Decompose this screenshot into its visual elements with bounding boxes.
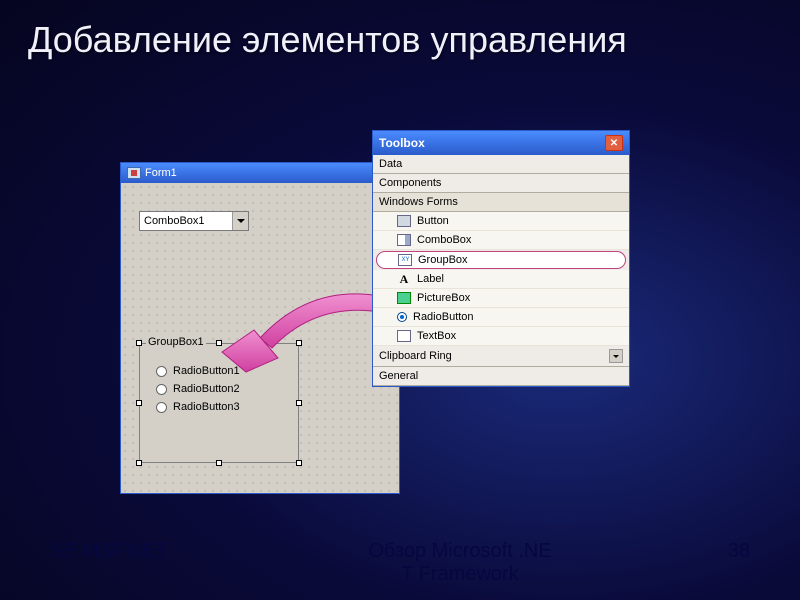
item-label: GroupBox [418,254,468,266]
label-icon: A [397,273,411,285]
footer-mid-line1: Обзор Microsoft .NE [368,540,551,562]
toolbox-section-data[interactable]: Data [373,155,629,174]
combobox-icon [397,234,411,246]
resize-handle[interactable] [216,460,222,466]
item-label: TextBox [417,330,456,342]
picturebox-icon [397,292,411,304]
item-label: RadioButton [413,311,474,323]
footer-left: SE MSF.NET [50,540,250,586]
form-title: Form1 [145,167,177,179]
toolbox-item-radiobutton[interactable]: RadioButton [373,308,629,327]
chevron-down-icon[interactable] [232,212,248,230]
section-label: General [379,370,418,382]
groupbox-label: GroupBox1 [146,336,206,348]
section-label: Components [379,177,441,189]
content-area: Form1 ComboBox1 GroupBox1 RadioButton1 R… [120,150,680,530]
radio-icon [156,384,167,395]
toolbox-section-windows-forms[interactable]: Windows Forms [373,193,629,212]
combobox-value: ComboBox1 [144,215,205,227]
button-icon [397,215,411,227]
footer-mid-line2: T Framework [401,563,518,585]
item-label: PictureBox [417,292,470,304]
toolbox-panel: Toolbox ✕ Data Components Windows Forms … [372,130,630,387]
toolbox-item-combobox[interactable]: ComboBox [373,231,629,250]
form-titlebar[interactable]: Form1 [121,163,399,183]
radiobutton-control[interactable]: RadioButton3 [140,398,298,416]
toolbox-item-picturebox[interactable]: PictureBox [373,289,629,308]
chevron-down-icon[interactable] [609,349,623,363]
toolbox-item-groupbox[interactable]: GroupBox [376,251,626,269]
close-icon[interactable]: ✕ [605,135,623,151]
radio-label: RadioButton3 [173,401,240,413]
item-label: Button [417,215,449,227]
footer-page-number: 38 [670,540,750,586]
resize-handle[interactable] [296,340,302,346]
resize-handle[interactable] [296,460,302,466]
radio-icon [156,402,167,413]
slide-title: Добавление элементов управления [0,0,800,67]
radiobutton-icon [397,312,407,322]
item-label: Label [417,273,444,285]
textbox-icon [397,330,411,342]
toolbox-section-general[interactable]: General [373,367,629,386]
toolbox-section-clipboard-ring[interactable]: Clipboard Ring [373,346,629,367]
form-design-surface[interactable]: ComboBox1 GroupBox1 RadioButton1 RadioBu… [121,183,399,493]
groupbox-icon [398,254,412,266]
combobox-control[interactable]: ComboBox1 [139,211,249,231]
resize-handle[interactable] [136,400,142,406]
resize-handle[interactable] [296,400,302,406]
resize-handle[interactable] [216,340,222,346]
toolbox-item-button[interactable]: Button [373,212,629,231]
toolbox-titlebar[interactable]: Toolbox ✕ [373,131,629,155]
toolbox-item-label[interactable]: A Label [373,270,629,289]
groupbox-control[interactable]: GroupBox1 RadioButton1 RadioButton2 Radi… [139,343,299,463]
resize-handle[interactable] [136,460,142,466]
form-icon [127,167,141,179]
radiobutton-control[interactable]: RadioButton2 [140,380,298,398]
toolbox-title: Toolbox [379,136,425,150]
section-label: Windows Forms [379,196,458,208]
toolbox-item-textbox[interactable]: TextBox [373,327,629,346]
radio-label: RadioButton2 [173,383,240,395]
section-label: Clipboard Ring [379,350,452,362]
form-designer-window: Form1 ComboBox1 GroupBox1 RadioButton1 R… [120,162,400,494]
section-label: Data [379,158,402,170]
radio-label: RadioButton1 [173,365,240,377]
slide-footer: SE MSF.NET Обзор Microsoft .NE T Framewo… [0,540,800,586]
footer-mid: Обзор Microsoft .NE T Framework [250,540,670,586]
item-label: ComboBox [417,234,471,246]
toolbox-section-components[interactable]: Components [373,174,629,193]
resize-handle[interactable] [136,340,142,346]
radio-icon [156,366,167,377]
radiobutton-control[interactable]: RadioButton1 [140,362,298,380]
